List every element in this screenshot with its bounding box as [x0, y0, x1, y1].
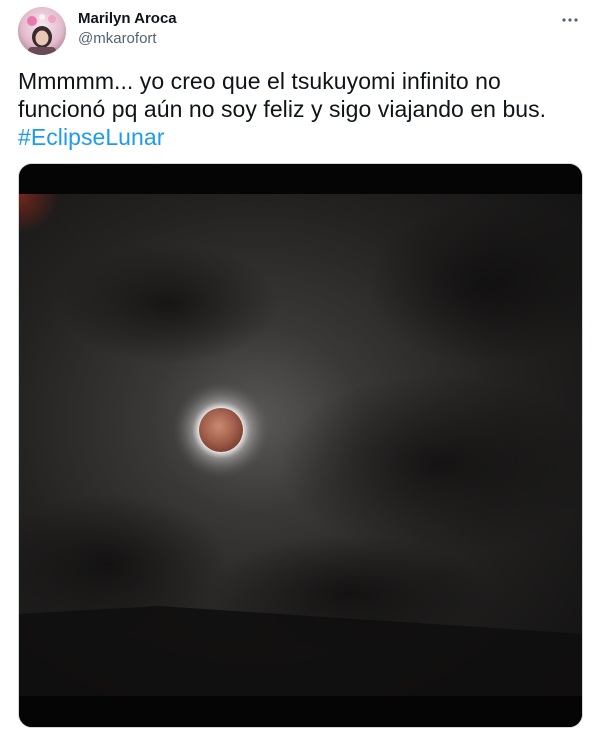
- more-options-button[interactable]: [558, 9, 582, 29]
- user-handle[interactable]: @mkarofort: [78, 29, 177, 49]
- tweet-text: Mmmmm... yo creo que el tsukuyomi infini…: [18, 67, 584, 151]
- hashtag-link[interactable]: #EclipseLunar: [18, 124, 164, 150]
- tweet-card: Marilyn Aroca @mkarofort Mmmmm... yo cre…: [0, 0, 601, 735]
- tweet-media-photo[interactable]: [18, 163, 583, 728]
- author-names: Marilyn Aroca @mkarofort: [78, 9, 177, 49]
- avatar[interactable]: [18, 7, 66, 55]
- tweet-text-line-2: funcionó pq aún no soy feliz y sigo viaj…: [18, 96, 547, 122]
- tweet-header: Marilyn Aroca @mkarofort: [18, 7, 584, 55]
- eclipse-photo: [19, 164, 582, 727]
- more-horizontal-icon: [561, 10, 579, 28]
- display-name[interactable]: Marilyn Aroca: [78, 9, 177, 29]
- tweet-text-line-1: Mmmmm... yo creo que el tsukuyomi infini…: [18, 68, 501, 94]
